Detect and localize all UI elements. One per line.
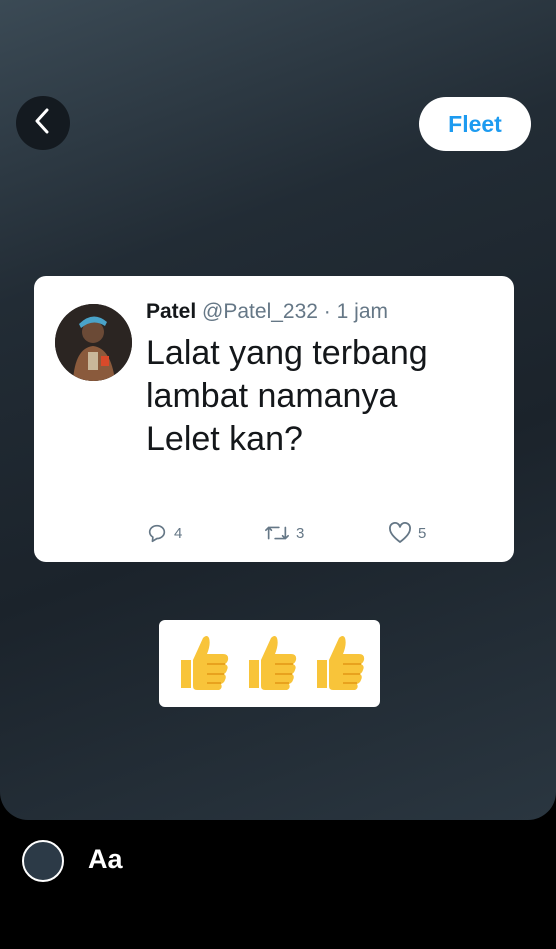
like-action[interactable]: 5 <box>388 522 426 544</box>
thumbs-up-icon <box>173 630 231 697</box>
tweet-text: Lalat yang terbang lambat namanya Lelet … <box>146 334 428 458</box>
reply-icon <box>146 522 168 544</box>
bottom-toolbar: Aa <box>0 820 556 949</box>
retweet-action[interactable]: 3 <box>264 522 304 544</box>
retweet-count: 3 <box>296 524 305 542</box>
avatar <box>55 304 132 381</box>
heart-icon <box>388 522 412 544</box>
fleet-canvas: Fleet Patel @Patel_232 · 1 jam Lalat yan… <box>0 0 556 820</box>
tweet-header: Patel @Patel_232 · 1 jam <box>146 300 388 324</box>
tweet-actions: 4 3 5 <box>146 522 476 546</box>
chevron-left-icon <box>33 107 53 140</box>
emoji-sticker[interactable] <box>159 620 380 707</box>
thumbs-up-icon <box>241 630 299 697</box>
tweet-time: 1 jam <box>336 300 388 323</box>
reply-action[interactable]: 4 <box>146 522 182 544</box>
like-count: 5 <box>418 524 427 542</box>
background-color-picker[interactable] <box>22 840 64 882</box>
retweet-icon <box>264 522 290 544</box>
tweet-card[interactable]: Patel @Patel_232 · 1 jam Lalat yang terb… <box>34 276 514 562</box>
author-name: Patel <box>146 300 197 323</box>
fleet-button[interactable]: Fleet <box>419 97 531 151</box>
reply-count: 4 <box>174 524 183 542</box>
meta-separator: · <box>323 300 331 323</box>
thumbs-up-icon <box>309 630 367 697</box>
author-handle: @Patel_232 <box>202 300 318 323</box>
text-tool-button[interactable]: Aa <box>88 844 123 875</box>
back-button[interactable] <box>16 96 70 150</box>
